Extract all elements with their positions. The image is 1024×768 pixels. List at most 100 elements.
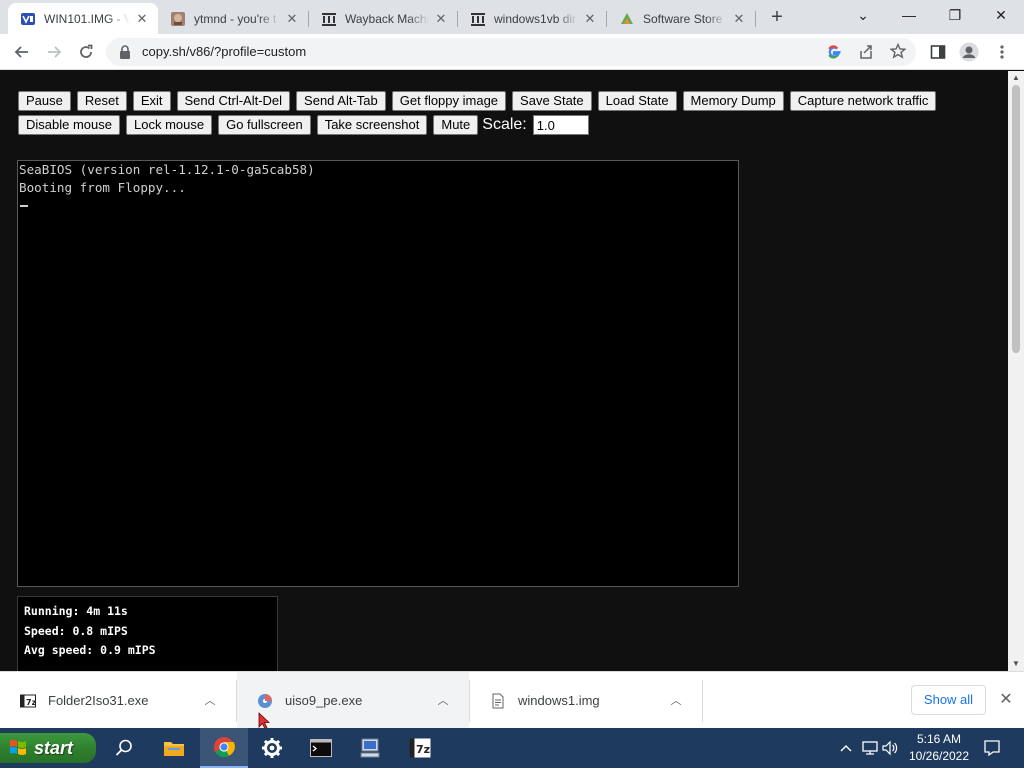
software-store-icon (621, 12, 633, 24)
get-floppy-image-button[interactable]: Get floppy image (391, 91, 507, 111)
forward-button[interactable] (42, 40, 66, 64)
tab-separator (755, 11, 756, 27)
ytmnd-face-icon (171, 11, 185, 26)
text-cursor (20, 204, 28, 207)
notification-icon (984, 740, 1000, 757)
taskbar-file-explorer[interactable] (150, 728, 198, 768)
emulator-screen[interactable]: SeaBIOS (version rel-1.12.1-0-ga5cab58) … (17, 160, 739, 587)
system-clock[interactable]: 5:16 AM 10/26/2022 (896, 731, 982, 765)
show-all-button[interactable]: Show all (911, 685, 986, 715)
mute-button[interactable]: Mute (433, 115, 479, 135)
taskbar-settings[interactable] (248, 728, 296, 768)
7zip-icon: 7z (20, 694, 36, 707)
new-tab-button[interactable]: + (766, 6, 788, 28)
taskbar-7zip[interactable]: 7z (396, 728, 444, 768)
download-separator (702, 680, 703, 722)
memory-dump-button[interactable]: Memory Dump (682, 91, 784, 111)
lock-icon (120, 45, 130, 59)
tab-title: Software Store - (643, 11, 727, 26)
menu-button[interactable] (990, 40, 1014, 64)
file-icon (492, 693, 504, 708)
tab-close-icon[interactable]: ✕ (284, 11, 300, 27)
taskbar-computer[interactable] (346, 728, 394, 768)
send-alt-tab-button[interactable]: Send Alt-Tab (296, 91, 386, 111)
emulator-button-row-1: Pause Reset Exit Send Ctrl-Alt-Del Send … (18, 91, 942, 111)
start-button[interactable]: start (0, 733, 96, 763)
capture-network-traffic-button[interactable]: Capture network traffic (789, 91, 937, 111)
address-bar[interactable]: copy.sh/v86/?profile=custom (106, 38, 916, 66)
tab-close-icon[interactable]: ✕ (582, 11, 598, 27)
tab-windows1vb[interactable]: windows1vb dir ✕ (458, 3, 606, 34)
profile-button[interactable] (957, 40, 981, 64)
tab-search-button[interactable]: ⌄ (840, 0, 886, 32)
chevron-up-icon[interactable]: ︿ (435, 693, 451, 709)
scroll-down-icon[interactable]: ▼ (1008, 657, 1024, 671)
back-button[interactable] (10, 40, 34, 64)
archive-icon (471, 12, 485, 26)
send-ctrl-alt-del-button[interactable]: Send Ctrl-Alt-Del (176, 91, 291, 111)
file-explorer-icon (164, 742, 184, 756)
side-panel-button[interactable] (926, 40, 950, 64)
tab-wayback[interactable]: Wayback Machi ✕ (309, 3, 457, 34)
svg-text:7z: 7z (26, 698, 36, 707)
page-scrollbar[interactable]: ▲ ▼ (1008, 71, 1024, 671)
tab-title: windows1vb dir (494, 11, 577, 26)
side-panel-icon (930, 45, 946, 59)
running-time: Running: 4m 11s (24, 604, 128, 618)
tab-strip: WIN101.IMG - V ✕ ytmnd - you're t ✕ Wayb… (0, 0, 1024, 34)
taskbar-terminal[interactable] (297, 728, 345, 768)
reload-button[interactable] (74, 40, 98, 64)
archive-icon (322, 12, 336, 26)
google-icon[interactable] (826, 44, 842, 60)
exit-button[interactable]: Exit (132, 91, 171, 111)
disable-mouse-button[interactable]: Disable mouse (18, 115, 120, 135)
scale-input[interactable] (532, 115, 589, 135)
scrollbar-thumb[interactable] (1012, 85, 1020, 353)
terminal-icon (310, 739, 332, 757)
bookmark-star-icon[interactable] (890, 43, 906, 59)
lock-mouse-button[interactable]: Lock mouse (126, 115, 213, 135)
go-fullscreen-button[interactable]: Go fullscreen (218, 115, 311, 135)
url-text[interactable]: copy.sh/v86/?profile=custom (142, 38, 306, 66)
tab-close-icon[interactable]: ✕ (433, 11, 449, 27)
reload-icon (80, 44, 93, 58)
start-label: start (34, 737, 74, 758)
minimize-button[interactable]: — (886, 0, 932, 32)
chevron-up-icon[interactable]: ︿ (668, 693, 684, 709)
reset-button[interactable]: Reset (76, 91, 127, 111)
clock-date: 10/26/2022 (908, 749, 970, 763)
close-shelf-icon[interactable]: ✕ (998, 690, 1014, 710)
download-item[interactable]: windows1.img ︿ (470, 672, 702, 729)
save-state-button[interactable]: Save State (512, 91, 592, 111)
action-center[interactable] (982, 728, 1002, 768)
tab-win101[interactable]: WIN101.IMG - V ✕ (8, 3, 158, 34)
tray-network[interactable] (860, 728, 880, 768)
tab-ytmnd[interactable]: ytmnd - you're t ✕ (158, 3, 308, 34)
tab-close-icon[interactable]: ✕ (731, 11, 747, 27)
scroll-up-icon[interactable]: ▲ (1008, 71, 1024, 85)
text-cursor-line (19, 196, 738, 214)
settings-icon (262, 738, 282, 758)
back-arrow-icon (14, 46, 28, 58)
speed: Speed: 0.8 mIPS (24, 623, 128, 638)
page-content: Pause Reset Exit Send Ctrl-Alt-Del Send … (0, 71, 1008, 671)
ultraiso-icon (258, 693, 272, 708)
chevron-up-icon[interactable]: ︿ (202, 693, 218, 709)
take-screenshot-button[interactable]: Take screenshot (316, 115, 428, 135)
computer-icon (360, 738, 380, 758)
close-window-button[interactable]: ✕ (978, 0, 1024, 32)
tray-overflow[interactable] (836, 728, 856, 768)
load-state-button[interactable]: Load State (597, 91, 677, 111)
taskbar-search[interactable] (100, 728, 148, 768)
tab-close-icon[interactable]: ✕ (134, 11, 150, 27)
download-filename: Folder2Iso31.exe (48, 693, 149, 708)
profile-avatar-icon (959, 42, 979, 62)
tab-software-store[interactable]: Software Store - ✕ (607, 3, 755, 34)
download-item[interactable]: 7z Folder2Iso31.exe ︿ (0, 672, 236, 729)
taskbar-chrome[interactable] (200, 728, 248, 768)
maximize-button[interactable]: ❐ (932, 0, 978, 32)
avg-speed: Avg speed: 0.9 mIPS (24, 643, 156, 657)
pause-button[interactable]: Pause (18, 91, 71, 111)
7zip-icon: 7z (409, 738, 431, 758)
share-icon[interactable] (858, 44, 874, 60)
